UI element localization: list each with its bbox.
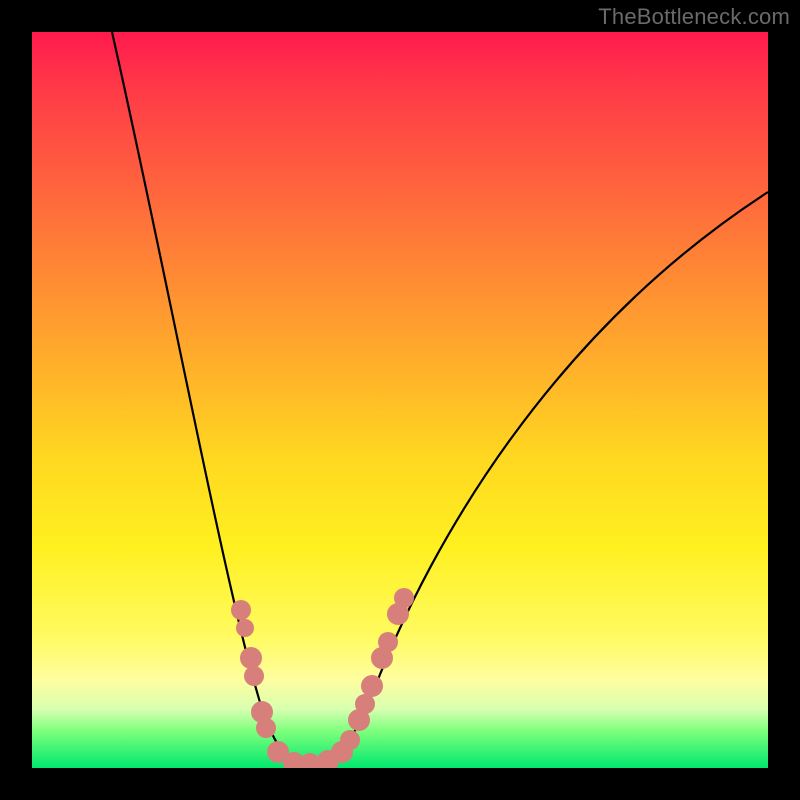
left-curve: [112, 32, 310, 764]
watermark-text: TheBottleneck.com: [598, 4, 790, 30]
data-marker: [240, 647, 262, 669]
data-marker: [231, 600, 251, 620]
data-marker: [256, 718, 276, 738]
data-marker: [244, 666, 264, 686]
data-marker: [340, 730, 360, 750]
data-marker: [394, 588, 414, 608]
plot-area: [32, 32, 768, 768]
chart-frame: TheBottleneck.com: [0, 0, 800, 800]
data-marker: [236, 619, 254, 637]
data-marker: [378, 632, 398, 652]
curve-layer: [32, 32, 768, 768]
data-marker: [361, 675, 383, 697]
marker-group: [231, 588, 414, 768]
